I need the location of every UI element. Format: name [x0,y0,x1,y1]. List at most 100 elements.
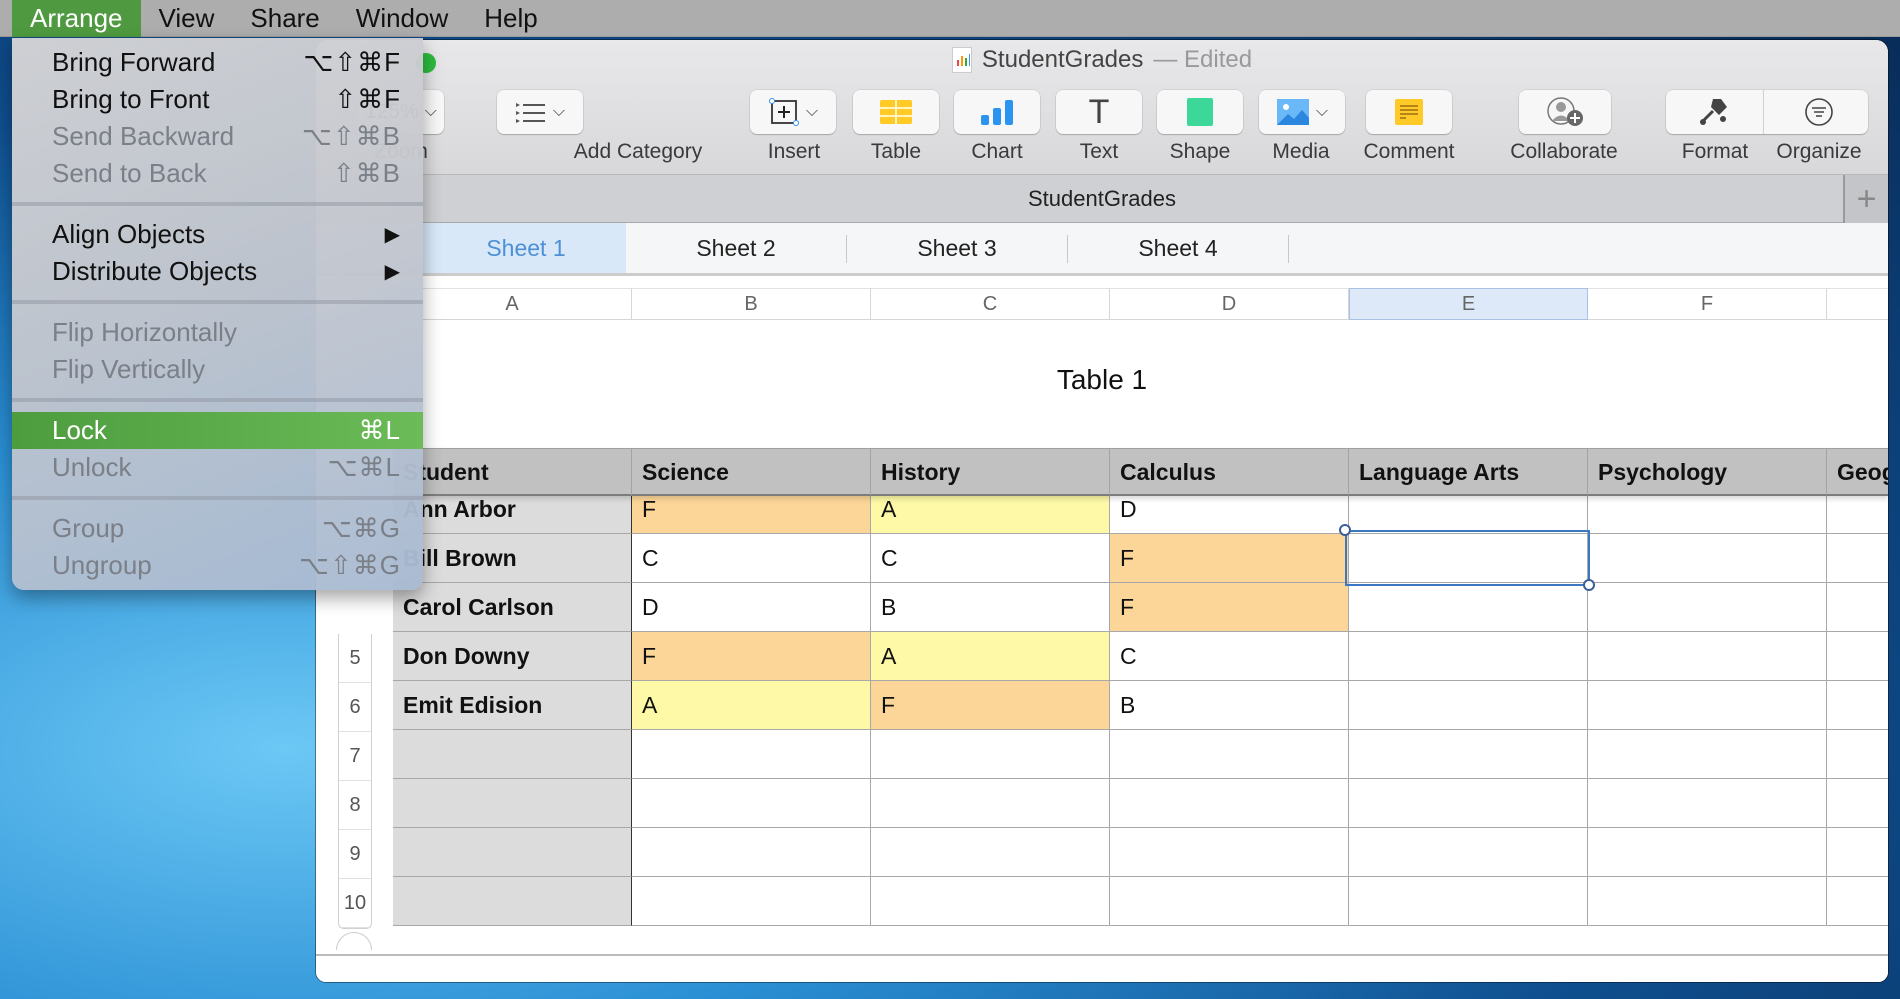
menu-item-flip-vertically[interactable]: Flip Vertically [12,351,423,388]
grade-cell[interactable]: D [632,583,871,632]
grade-cell[interactable] [1110,730,1349,779]
shape-button[interactable] [1157,90,1243,134]
menu-item-bring-forward[interactable]: Bring Forward ⌥⇧⌘F [12,44,423,81]
header-psychology[interactable]: Psychology [1588,449,1827,495]
grade-cell[interactable]: F [1110,583,1349,632]
grade-cell[interactable] [1349,779,1588,828]
grade-cell[interactable]: F [1110,534,1349,583]
menu-share[interactable]: Share [232,0,337,37]
grade-cell[interactable] [1349,730,1588,779]
grade-cell[interactable]: F [632,632,871,681]
menu-item-bring-to-front[interactable]: Bring to Front ⇧⌘F [12,81,423,118]
format-button[interactable] [1666,90,1764,134]
column-header-a[interactable]: A [393,288,632,320]
grade-cell[interactable] [871,828,1110,877]
grade-cell[interactable] [632,730,871,779]
menu-item-ungroup[interactable]: Ungroup ⌥⇧⌘G [12,547,423,584]
organize-button[interactable] [1770,90,1868,134]
cell-selection[interactable] [1345,530,1590,586]
menu-arrange[interactable]: Arrange [12,0,141,37]
menu-item-align-objects[interactable]: Align Objects ▶ [12,216,423,253]
grade-cell[interactable]: C [1110,632,1349,681]
tab-sheet-4[interactable]: Sheet 4 [1068,223,1288,273]
grade-cell[interactable]: B [871,583,1110,632]
grade-cell[interactable] [632,828,871,877]
header-student[interactable]: Student [393,449,632,495]
header-history[interactable]: History [871,449,1110,495]
menu-item-group[interactable]: Group ⌥⌘G [12,510,423,547]
grade-cell[interactable] [1827,730,1888,779]
grade-cell[interactable] [1588,681,1827,730]
menu-item-send-backward[interactable]: Send Backward ⌥⇧⌘B [12,118,423,155]
grade-cell[interactable] [1349,681,1588,730]
grade-cell[interactable] [1588,583,1827,632]
student-name-cell[interactable]: Don Downy [393,632,632,681]
grade-cell[interactable]: D [1110,496,1349,534]
header-geography[interactable]: Geog [1827,449,1888,495]
grade-cell[interactable] [1827,583,1888,632]
table-title[interactable]: Table 1 [316,364,1888,396]
column-header-b[interactable]: B [632,288,871,320]
student-name-cell[interactable] [393,779,632,828]
student-name-cell[interactable] [393,877,632,926]
add-sheet-button[interactable]: + [1843,175,1888,223]
grade-cell[interactable]: C [871,534,1110,583]
collaborate-button[interactable] [1519,90,1611,134]
grade-cell[interactable] [1827,496,1888,534]
menu-item-flip-horizontally[interactable]: Flip Horizontally [12,314,423,351]
menu-item-unlock[interactable]: Unlock ⌥⌘L [12,449,423,486]
student-name-cell[interactable]: Carol Carlson [393,583,632,632]
grade-cell[interactable]: F [871,681,1110,730]
grade-cell[interactable] [871,877,1110,926]
grade-cell[interactable]: C [632,534,871,583]
grade-cell[interactable] [1827,632,1888,681]
add-category-button[interactable]: ⌵ [497,90,583,134]
student-name-cell[interactable] [393,730,632,779]
column-header-d[interactable]: D [1110,288,1349,320]
menu-item-send-to-back[interactable]: Send to Back ⇧⌘B [12,155,423,192]
grade-cell[interactable] [871,730,1110,779]
grade-cell[interactable] [1110,828,1349,877]
text-button[interactable]: T [1056,90,1142,134]
column-header-e[interactable]: E [1349,288,1588,320]
grade-cell[interactable] [1827,877,1888,926]
grade-cell[interactable] [1110,779,1349,828]
student-name-cell[interactable]: Ann Arbor [393,496,632,534]
grade-cell[interactable] [1588,828,1827,877]
column-header-g[interactable] [1827,288,1888,320]
header-language-arts[interactable]: Language Arts [1349,449,1588,495]
grade-cell[interactable] [1349,877,1588,926]
grade-cell[interactable]: A [871,496,1110,534]
grade-cell[interactable]: B [1110,681,1349,730]
insert-button[interactable]: ⌵ [750,90,836,134]
selection-handle-top-left[interactable] [1339,524,1351,536]
menu-help[interactable]: Help [466,0,555,37]
selection-handle-bottom-right[interactable] [1583,579,1595,591]
grade-cell[interactable] [1349,828,1588,877]
grade-cell[interactable] [1588,730,1827,779]
menu-view[interactable]: View [141,0,233,37]
grade-cell[interactable] [871,779,1110,828]
grade-cell[interactable]: A [632,681,871,730]
grade-cell[interactable]: A [871,632,1110,681]
menu-window[interactable]: Window [338,0,466,37]
grade-cell[interactable] [1588,632,1827,681]
chart-button[interactable] [954,90,1040,134]
grade-cell[interactable] [1349,632,1588,681]
media-button[interactable]: ⌵ [1259,90,1345,134]
grade-cell[interactable] [632,877,871,926]
grade-cell[interactable] [1110,877,1349,926]
student-name-cell[interactable]: Emit Edision [393,681,632,730]
column-header-f[interactable]: F [1588,288,1827,320]
grade-cell[interactable] [632,779,871,828]
grade-cell[interactable] [1827,681,1888,730]
add-row-control[interactable] [336,932,372,950]
tab-sheet-2[interactable]: Sheet 2 [626,223,846,273]
grade-cell[interactable] [1349,496,1588,534]
grade-cell[interactable]: F [632,496,871,534]
student-name-cell[interactable]: Bill Brown [393,534,632,583]
menu-item-distribute-objects[interactable]: Distribute Objects ▶ [12,253,423,290]
column-header-c[interactable]: C [871,288,1110,320]
header-science[interactable]: Science [632,449,871,495]
comment-button[interactable] [1366,90,1452,134]
